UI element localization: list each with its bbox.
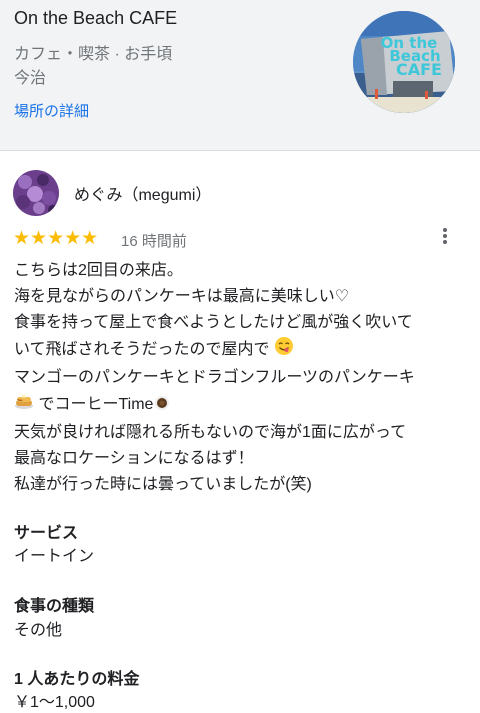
meal-type-value: その他 — [14, 622, 63, 639]
service-value: イートイン — [14, 548, 95, 565]
reviewer-avatar[interactable] — [13, 170, 59, 216]
price-label: 1 人あたりの料金 — [14, 671, 140, 688]
place-name: On the Beach CAFE — [14, 8, 178, 28]
review-line: いて飛ばされそうだったので屋内で — [14, 336, 472, 365]
place-details-link[interactable]: 場所の詳細 — [14, 100, 89, 121]
review-line: こちらは2回目の来店。 — [14, 262, 183, 279]
place-header: On the Beach CAFE カフェ・喫茶 · お手頃 今治 場所の詳細 … — [0, 0, 480, 151]
service-label: サービス — [14, 525, 79, 542]
review-line: 天気が良ければ隠れる所もないので海が1面に広がって — [14, 424, 407, 441]
place-photo[interactable]: On the Beach CAFE — [353, 11, 455, 113]
sign-line-3: CAFE — [396, 60, 442, 79]
hot-beverage-icon — [153, 393, 171, 420]
review-time: 16 時間前 — [121, 233, 187, 250]
review-line: でコーヒーTime — [14, 391, 472, 420]
pancakes-icon — [14, 391, 34, 420]
reviewer-name[interactable]: めぐみ（megumi） — [74, 181, 211, 205]
review-line: 最高なロケーションになるはず！ — [14, 450, 254, 467]
review-line: マンゴーのパンケーキとドラゴンフルーツのパンケーキ — [14, 369, 415, 386]
place-category: カフェ・喫茶 · お手頃 — [14, 46, 173, 63]
rating-stars: ★★★★★ — [13, 228, 99, 249]
place-area: 今治 — [14, 70, 47, 87]
review-text: こちらは2回目の来店。 海を見ながらのパンケーキは最高に美味しい♡ 食事を持って… — [14, 258, 472, 498]
yum-face-icon — [274, 336, 294, 365]
review-line-text: いて飛ばされそうだったので屋内で — [14, 341, 270, 358]
more-options-icon[interactable] — [436, 226, 454, 248]
review-line: 海を見ながらのパンケーキは最高に美味しい♡ — [14, 288, 350, 305]
review-line-text: でコーヒーTime — [38, 396, 154, 413]
review-line: 食事を持って屋上で食べようとしたけど風が強く吹いて — [14, 314, 413, 331]
price-value: ￥1～1,000 — [14, 694, 95, 711]
review-line: 私達が行った時には曇っていましたが(笑) — [14, 476, 312, 493]
meal-type-label: 食事の種類 — [14, 598, 95, 615]
